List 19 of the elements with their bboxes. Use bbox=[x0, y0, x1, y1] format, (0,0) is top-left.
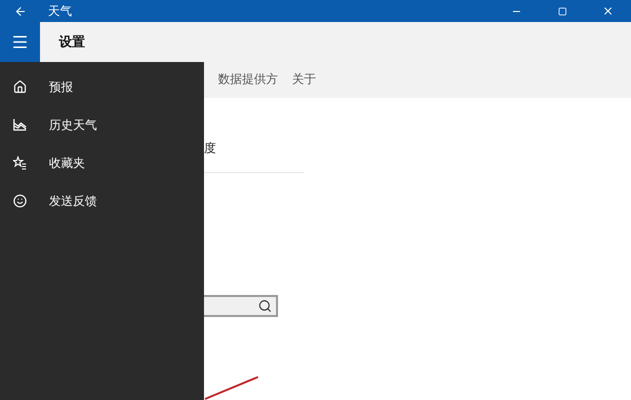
menu-icon bbox=[11, 33, 29, 51]
annotation-line bbox=[204, 374, 260, 400]
star-list-icon bbox=[13, 156, 27, 170]
tab[interactable]: 关于 bbox=[292, 70, 316, 90]
nav-item[interactable]: 历史天气 bbox=[0, 106, 204, 144]
setting-label: 度 bbox=[204, 140, 217, 157]
tab[interactable]: 数据提供方 bbox=[218, 70, 278, 90]
back-arrow-icon bbox=[14, 4, 26, 18]
nav-item[interactable]: 预报 bbox=[0, 68, 204, 106]
page-title: 设置 bbox=[59, 34, 85, 51]
window-title: 天气 bbox=[48, 2, 73, 20]
nav-item[interactable]: 收藏夹 bbox=[0, 144, 204, 182]
nav-item[interactable]: 发送反馈 bbox=[0, 182, 204, 220]
chart-icon bbox=[13, 119, 27, 131]
home-icon bbox=[13, 80, 27, 94]
maximize-icon bbox=[558, 6, 566, 16]
smiley-icon bbox=[13, 194, 27, 208]
close-icon bbox=[602, 5, 614, 17]
search-icon bbox=[258, 299, 272, 313]
